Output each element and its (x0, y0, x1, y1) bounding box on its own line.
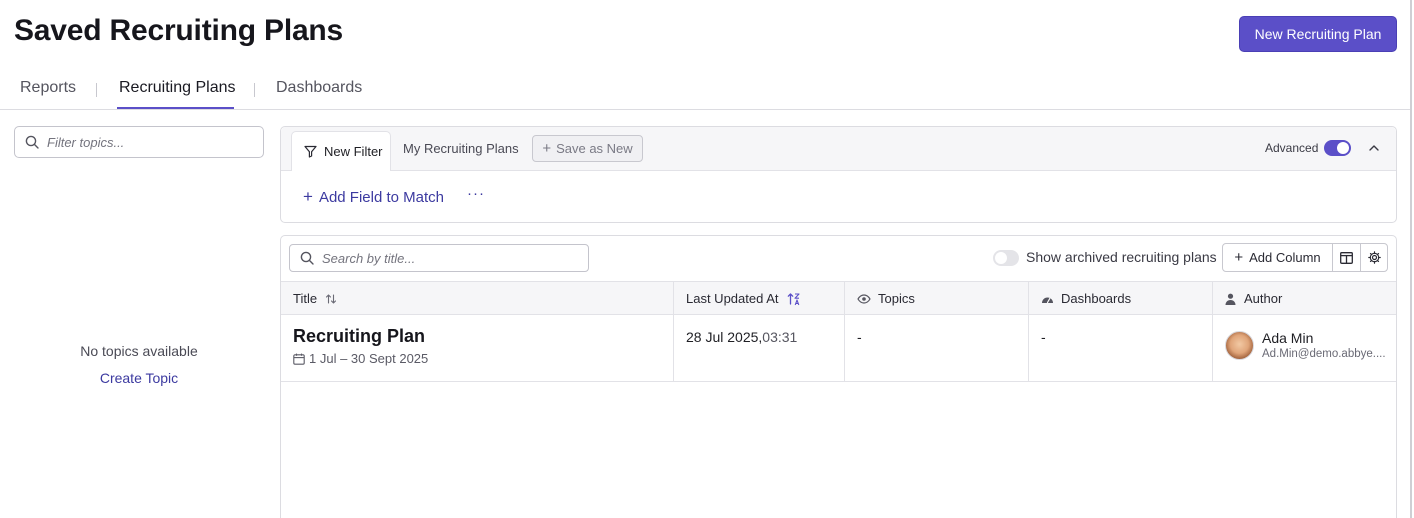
author-info: Ada Min Ad.Min@demo.abbye.... (1225, 330, 1396, 360)
dashboards-value: - (1041, 329, 1046, 345)
tab-separator (96, 83, 97, 97)
plus-icon: + (1234, 249, 1244, 266)
page-title: Saved Recruiting Plans (14, 14, 344, 47)
show-archived-toggle[interactable] (993, 250, 1019, 266)
show-archived-label: Show archived recruiting plans (1026, 249, 1217, 265)
tab-recruiting-plans[interactable]: Recruiting Plans (119, 79, 236, 97)
plan-title-link[interactable]: Recruiting Plan (293, 326, 673, 347)
search-icon (25, 135, 39, 149)
plan-date-range: 1 Jul – 30 Sept 2025 (293, 351, 673, 366)
cell-dashboards: - (1029, 315, 1212, 381)
advanced-toggle[interactable] (1324, 140, 1351, 156)
plus-icon: + (303, 187, 313, 206)
table-actions-group: + Add Column (1222, 243, 1388, 272)
empty-topics-message: No topics available (80, 343, 198, 359)
cell-title: Recruiting Plan 1 Jul – 30 Sept 2025 (281, 315, 673, 381)
sort-icon[interactable] (325, 293, 337, 305)
filter-panel: New Filter My Recruiting Plans + Save as… (280, 126, 1397, 223)
column-author-label: Author (1244, 291, 1283, 306)
column-header-last-updated[interactable]: Last Updated At (674, 282, 845, 315)
filter-panel-header: New Filter My Recruiting Plans + Save as… (281, 127, 1396, 171)
save-as-new-label: Save as New (556, 141, 633, 156)
author-text: Ada Min Ad.Min@demo.abbye.... (1262, 330, 1386, 360)
column-header-author[interactable]: Author (1213, 282, 1396, 315)
cell-topics: - (845, 315, 1028, 381)
avatar (1225, 330, 1254, 360)
active-tab-indicator (117, 107, 234, 109)
add-field-to-match-button[interactable]: + Add Field to Match (303, 187, 444, 207)
advanced-label: Advanced (1265, 141, 1319, 155)
filter-icon (304, 145, 317, 158)
chevron-up-icon (1369, 145, 1379, 151)
topics-value: - (857, 329, 862, 345)
column-header-topics[interactable]: Topics (845, 282, 1029, 315)
column-header-title[interactable]: Title (281, 282, 674, 315)
cell-last-updated: 28 Jul 2025,03:31 (674, 315, 844, 381)
collapse-filter-button[interactable] (1365, 139, 1383, 157)
tab-dashboards[interactable]: Dashboards (276, 79, 362, 97)
column-header-dashboards[interactable]: Dashboards (1029, 282, 1213, 315)
my-recruiting-plans-tab[interactable]: My Recruiting Plans (403, 141, 519, 156)
person-icon (1225, 293, 1236, 305)
tab-reports[interactable]: Reports (20, 79, 76, 97)
author-email: Ad.Min@demo.abbye.... (1262, 348, 1386, 360)
cell-author: Ada Min Ad.Min@demo.abbye.... (1213, 315, 1396, 381)
filter-topics-input[interactable] (47, 134, 247, 150)
table-row[interactable]: Recruiting Plan 1 Jul – 30 Sept 2025 28 … (281, 315, 1396, 382)
add-column-label: Add Column (1249, 250, 1321, 265)
column-title-label: Title (293, 291, 318, 306)
dashboard-gauge-icon (1042, 297, 1053, 304)
gear-icon (1367, 251, 1381, 264)
more-options-button[interactable]: ··· (467, 185, 485, 202)
tab-separator (254, 83, 255, 97)
new-recruiting-plan-button[interactable]: New Recruiting Plan (1239, 16, 1397, 52)
create-topic-link[interactable]: Create Topic (14, 370, 264, 386)
table-settings-button[interactable] (1360, 244, 1387, 271)
author-name: Ada Min (1262, 330, 1314, 346)
new-filter-tab[interactable]: New Filter (291, 131, 391, 171)
search-by-title-input[interactable] (322, 250, 522, 266)
last-updated-value: 28 Jul 2025,03:31 (686, 329, 844, 345)
column-topics-label: Topics (878, 291, 915, 306)
sort-ascending-icon[interactable] (787, 292, 801, 306)
filter-topics-field[interactable] (14, 126, 264, 158)
column-dashboards-label: Dashboards (1061, 291, 1132, 306)
eye-icon (857, 293, 871, 304)
columns-icon (1340, 251, 1353, 264)
column-last-updated-label: Last Updated At (686, 291, 779, 306)
plan-date-range-text: 1 Jul – 30 Sept 2025 (309, 351, 429, 366)
column-layout-button[interactable] (1333, 244, 1360, 271)
new-filter-label: New Filter (324, 144, 383, 159)
plus-icon: + (542, 140, 552, 157)
search-by-title-field[interactable] (289, 244, 589, 272)
calendar-icon (293, 353, 305, 365)
add-field-label: Add Field to Match (318, 188, 444, 206)
plans-table-panel: Show archived recruiting plans + Add Col… (280, 235, 1397, 518)
search-icon (300, 251, 314, 265)
add-column-button[interactable]: + Add Column (1223, 244, 1333, 271)
window-edge (1410, 0, 1412, 518)
last-updated-time: 03:31 (762, 329, 798, 345)
table-header: Title Last Updated At Topics Dashboards … (281, 281, 1396, 315)
last-updated-date: 28 Jul 2025, (686, 329, 763, 345)
save-as-new-button[interactable]: + Save as New (532, 135, 643, 162)
tab-bar: Reports Recruiting Plans Dashboards (0, 70, 1410, 110)
